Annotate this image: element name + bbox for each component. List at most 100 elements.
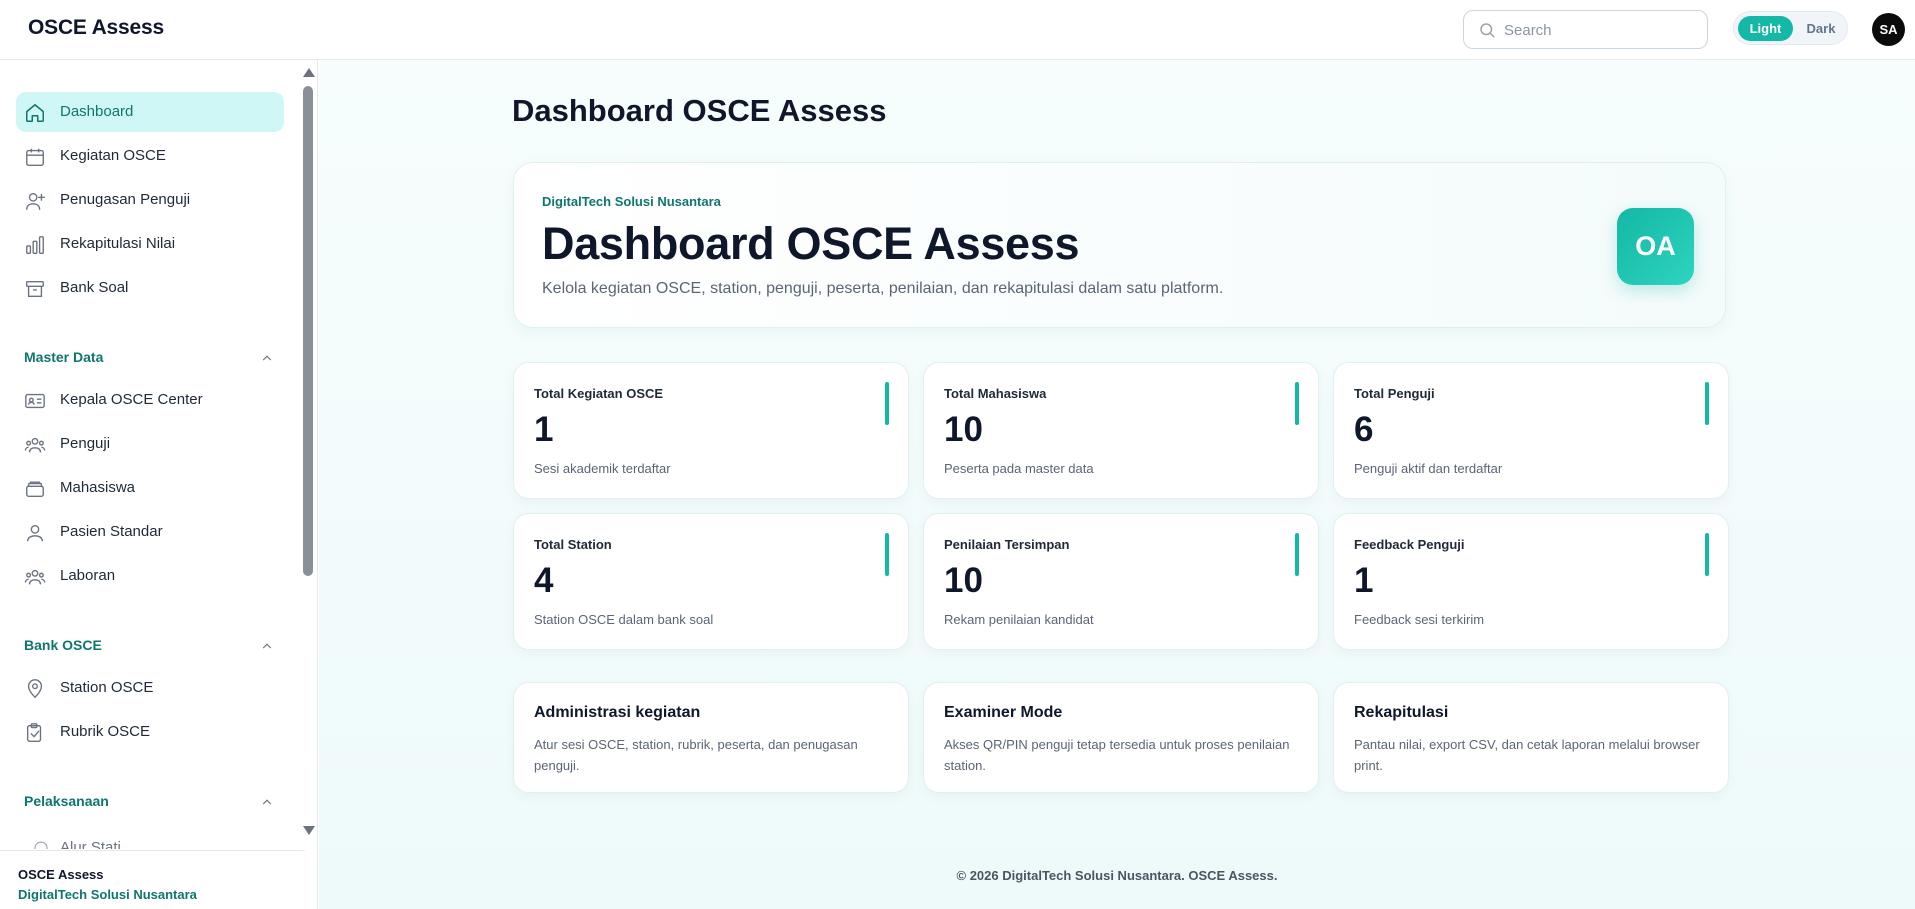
sidebar-footer-subtitle: DigitalTech Solusi Nusantara (18, 887, 197, 902)
stat-value: 1 (534, 410, 554, 449)
archive-icon (26, 280, 44, 298)
stat-label: Total Kegiatan OSCE (534, 386, 664, 401)
user-avatar[interactable]: SA (1872, 13, 1905, 46)
sidebar-footer: OSCE Assess DigitalTech Solusi Nusantara (0, 850, 305, 909)
sidebar-item-label: Penguji (60, 435, 111, 452)
sidebar-item-mahasiswa[interactable]: Mahasiswa (16, 468, 284, 508)
info-card-title: Rekapitulasi (1354, 704, 1449, 721)
sidebar-item-dashboard[interactable]: Dashboard (16, 92, 284, 132)
sidebar-footer-title: OSCE Assess (18, 867, 104, 882)
sidebar-item-label: Rubrik OSCE (60, 723, 151, 740)
scroll-thumb[interactable] (303, 86, 313, 576)
section-master-data[interactable]: Master Data (24, 349, 274, 369)
sidebar-item-rubrik-osce[interactable]: Rubrik OSCE (16, 712, 284, 752)
bar-chart-icon (26, 236, 44, 254)
map-pin-icon (27, 679, 43, 699)
sidebar-item-kegiatan-osce[interactable]: Kegiatan OSCE (16, 136, 284, 176)
section-title: Bank OSCE (24, 637, 102, 653)
sidebar-item-rekapitulasi-nilai[interactable]: Rekapitulasi Nilai (16, 224, 284, 264)
stat-card: Penilaian Tersimpan 10 Rekam penilaian k… (923, 513, 1319, 650)
sidebar-item-partial[interactable]: Alur Stati... (24, 835, 224, 849)
app-brand[interactable]: OSCE Assess (28, 16, 164, 40)
hero-company: DigitalTech Solusi Nusantara (542, 194, 721, 209)
scroll-up-arrow[interactable] (303, 68, 315, 77)
info-card: Rekapitulasi Pantau nilai, export CSV, d… (1333, 682, 1729, 793)
stat-description: Peserta pada master data (944, 461, 1094, 476)
stat-label: Feedback Penguji (1354, 537, 1465, 552)
stat-description: Rekam penilaian kandidat (944, 612, 1094, 627)
info-card: Administrasi kegiatan Atur sesi OSCE, st… (513, 682, 909, 793)
sidebar-item-label: Laboran (60, 567, 116, 584)
layers-icon (26, 481, 44, 498)
sidebar-item-penguji[interactable]: Penguji (16, 424, 284, 464)
stat-value: 1 (1354, 561, 1374, 600)
section-bank-osce[interactable]: Bank OSCE (24, 637, 274, 657)
hero-description: Kelola kegiatan OSCE, station, penguji, … (542, 280, 1224, 297)
sidebar-item-label: Kepala OSCE Center (60, 391, 203, 408)
stat-card: Feedback Penguji 1 Feedback sesi terkiri… (1333, 513, 1729, 650)
sidebar: Dashboard Kegiatan OSCE Penugasan Penguj… (0, 60, 318, 909)
stat-label: Penilaian Tersimpan (944, 537, 1070, 552)
stat-card: Total Mahasiswa 10 Peserta pada master d… (923, 362, 1319, 499)
info-card-description: Atur sesi OSCE, station, rubrik, peserta… (534, 737, 858, 773)
stat-description: Station OSCE dalam bank soal (534, 612, 714, 627)
route-icon (34, 841, 48, 849)
stat-card: Total Penguji 6 Penguji aktif dan terdaf… (1333, 362, 1729, 499)
stat-label: Total Penguji (1354, 386, 1435, 401)
sidebar-item-laboran[interactable]: Laboran (16, 556, 284, 596)
users-icon (24, 437, 46, 453)
sidebar-item-label: Penugasan Penguji (60, 191, 191, 208)
hero-title: Dashboard OSCE Assess (542, 218, 1080, 269)
theme-toggle: Light Dark (1733, 11, 1848, 45)
home-icon (26, 104, 44, 122)
sidebar-item-station-osce[interactable]: Station OSCE (16, 668, 284, 708)
chevron-up-icon[interactable] (260, 351, 274, 365)
info-card-title: Examiner Mode (944, 704, 1063, 721)
sidebar-item-bank-soal[interactable]: Bank Soal (16, 268, 284, 308)
accent-bar (885, 533, 889, 576)
chevron-up-icon[interactable] (260, 639, 274, 653)
scroll-down-arrow[interactable] (303, 826, 315, 835)
stat-value: 6 (1354, 410, 1374, 449)
stat-card: Total Kegiatan OSCE 1 Sesi akademik terd… (513, 362, 909, 499)
sidebar-item-label: Mahasiswa (60, 479, 136, 496)
section-pelaksanaan[interactable]: Pelaksanaan (24, 793, 274, 813)
id-card-icon (25, 393, 45, 409)
info-card-description: Akses QR/PIN penguji tetap tersedia untu… (944, 737, 1290, 773)
theme-dark-button[interactable]: Dark (1798, 16, 1844, 41)
sidebar-item-pasien-standar[interactable]: Pasien Standar (16, 512, 284, 552)
section-title: Master Data (24, 349, 104, 365)
chevron-up-icon[interactable] (260, 795, 274, 809)
stat-card: Total Station 4 Station OSCE dalam bank … (513, 513, 909, 650)
main-content: Dashboard OSCE Assess DigitalTech Solusi… (319, 61, 1915, 909)
sidebar-item-label: Pasien Standar (60, 523, 163, 540)
sidebar-scrollbar[interactable] (301, 64, 315, 835)
stat-label: Total Mahasiswa (944, 386, 1047, 401)
search-input[interactable] (1504, 19, 1699, 41)
search-icon (1480, 23, 1495, 38)
users-icon (24, 569, 46, 585)
accent-bar (885, 382, 889, 425)
stat-value: 10 (944, 561, 983, 600)
page-title: Dashboard OSCE Assess (512, 93, 887, 128)
section-title: Pelaksanaan (24, 793, 109, 809)
sidebar-item-label: Dashboard (60, 103, 134, 120)
stat-label: Total Station (534, 537, 612, 552)
sidebar-item-label: Rekapitulasi Nilai (60, 235, 176, 252)
stat-value: 4 (534, 561, 554, 600)
theme-light-button[interactable]: Light (1738, 16, 1793, 41)
sidebar-item-penugasan-penguji[interactable]: Penugasan Penguji (16, 180, 284, 220)
page-footer: © 2026 DigitalTech Solusi Nusantara. OSC… (956, 868, 1278, 883)
sidebar-item-label: Alur Stati... (60, 839, 134, 849)
info-card-description: Pantau nilai, export CSV, dan cetak lapo… (1354, 737, 1700, 773)
hero-card: DigitalTech Solusi Nusantara Dashboard O… (513, 162, 1726, 328)
search-box[interactable] (1463, 10, 1708, 49)
accent-bar (1295, 382, 1299, 425)
sidebar-item-kepala-osce-center[interactable]: Kepala OSCE Center (16, 380, 284, 420)
logo-badge: OA (1617, 208, 1694, 285)
info-card-title: Administrasi kegiatan (534, 704, 701, 721)
sidebar-item-label: Station OSCE (60, 679, 154, 696)
sidebar-item-label: Bank Soal (60, 279, 129, 296)
stat-value: 10 (944, 410, 983, 449)
calendar-icon (26, 148, 44, 166)
